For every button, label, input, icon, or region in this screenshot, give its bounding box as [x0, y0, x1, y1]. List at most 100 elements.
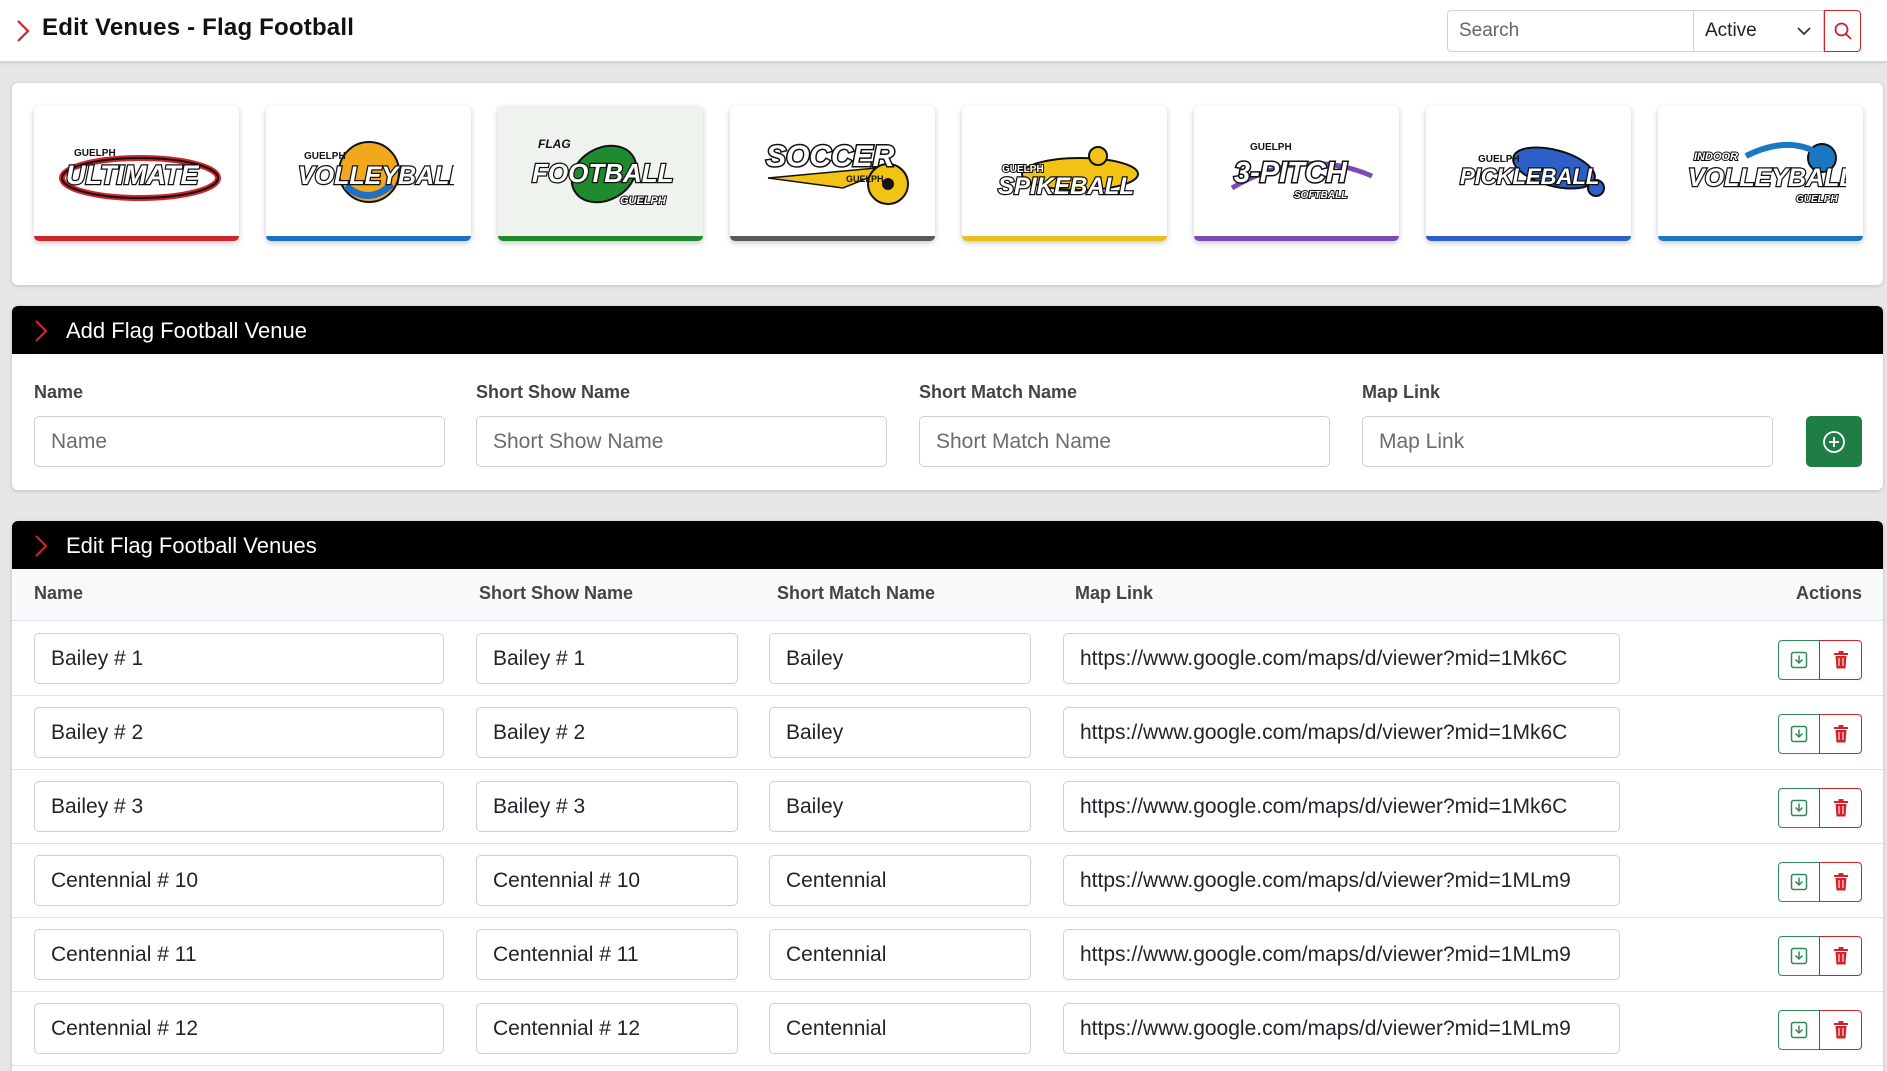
- venue-name-input[interactable]: [34, 855, 444, 906]
- new-venue-short-match-name-input[interactable]: [919, 416, 1330, 467]
- venue-short-match-name-input[interactable]: [769, 855, 1031, 906]
- table-header: [12, 569, 1883, 621]
- table-row: [12, 696, 1883, 770]
- venue-short-show-name-input[interactable]: [476, 855, 738, 906]
- venue-short-show-name-input[interactable]: [476, 929, 738, 980]
- venue-short-match-name-input[interactable]: [769, 781, 1031, 832]
- venue-name-input[interactable]: [34, 929, 444, 980]
- map-link-label: Map Link: [1362, 382, 1441, 402]
- venue-name-input[interactable]: [34, 633, 444, 684]
- sport-tile-soccer[interactable]: SOCCER GUELPH: [730, 106, 935, 241]
- sport-tile-flag-football[interactable]: FLAG FOOTBALL GUELPH: [498, 106, 703, 241]
- venue-short-show-name-input[interactable]: [476, 707, 738, 758]
- download-icon: [1790, 947, 1808, 965]
- new-venue-name-input[interactable]: [34, 416, 445, 467]
- venue-map-link-input[interactable]: [1063, 929, 1620, 980]
- svg-text:FLAG: FLAG: [538, 137, 571, 151]
- column-header-short-match-name: Short Match Name: [777, 583, 936, 603]
- venue-name-input[interactable]: [34, 707, 444, 758]
- add-venue-title: Add Flag Football Venue: [66, 318, 307, 343]
- svg-text:SOFTBALL: SOFTBALL: [1294, 190, 1347, 201]
- column-header-map-link: Map Link: [1075, 583, 1154, 603]
- top-bar: Edit Venues - Flag Football Active: [0, 0, 1887, 62]
- svg-text:SOCCER: SOCCER: [766, 140, 895, 173]
- ultimate-logo: GUELPH ULTIMATE: [58, 148, 221, 201]
- save-venue-button[interactable]: [1778, 640, 1820, 680]
- search-icon: [1834, 22, 1852, 40]
- new-venue-short-show-name-input[interactable]: [476, 416, 887, 467]
- venue-short-show-name-input[interactable]: [476, 633, 738, 684]
- delete-venue-button[interactable]: [1819, 936, 1862, 976]
- search-button[interactable]: [1824, 10, 1861, 52]
- table-row: [12, 918, 1883, 992]
- svg-text:SPIKEBALL: SPIKEBALL: [998, 173, 1134, 200]
- svg-text:VOLLEYBALL: VOLLEYBALL: [1688, 164, 1846, 192]
- new-venue-map-link-input[interactable]: [1362, 416, 1773, 467]
- delete-venue-button[interactable]: [1819, 1010, 1862, 1050]
- save-venue-button[interactable]: [1778, 936, 1820, 976]
- spikeball-logo: GUELPH SPIKEBALL: [996, 146, 1139, 201]
- trash-icon: [1833, 725, 1848, 743]
- chevron-right-icon: [35, 535, 48, 557]
- venue-map-link-input[interactable]: [1063, 855, 1620, 906]
- svg-text:ULTIMATE: ULTIMATE: [66, 160, 199, 190]
- venue-short-match-name-input[interactable]: [769, 929, 1031, 980]
- venue-map-link-input[interactable]: [1063, 633, 1620, 684]
- sport-tile-spikeball[interactable]: GUELPH SPIKEBALL: [962, 106, 1167, 241]
- svg-text:GUELPH: GUELPH: [304, 151, 346, 162]
- plus-circle-icon: [1823, 430, 1845, 453]
- status-filter-value: Active: [1705, 20, 1757, 41]
- add-venue-header[interactable]: Add Flag Football Venue: [12, 306, 1883, 354]
- edit-venues-header[interactable]: Edit Flag Football Venues: [12, 521, 1883, 569]
- sport-tile-ultimate[interactable]: GUELPH ULTIMATE: [34, 106, 239, 241]
- venue-short-match-name-input[interactable]: [769, 1003, 1031, 1054]
- venue-map-link-input[interactable]: [1063, 707, 1620, 758]
- page-title: Edit Venues - Flag Football: [42, 14, 355, 41]
- add-venue-button[interactable]: [1806, 416, 1862, 467]
- venue-map-link-input[interactable]: [1063, 781, 1620, 832]
- venue-name-input[interactable]: [34, 781, 444, 832]
- venue-short-show-name-input[interactable]: [476, 781, 738, 832]
- save-venue-button[interactable]: [1778, 714, 1820, 754]
- search-input[interactable]: [1447, 10, 1693, 52]
- three-pitch-logo: GUELPH 3-PITCH SOFTBALL: [1230, 142, 1373, 202]
- status-filter-select[interactable]: Active: [1693, 10, 1825, 52]
- chevron-down-icon: [1797, 27, 1811, 36]
- trash-icon: [1833, 651, 1848, 669]
- save-venue-button[interactable]: [1778, 1010, 1820, 1050]
- chevron-right-icon: [35, 320, 48, 342]
- save-venue-button[interactable]: [1778, 788, 1820, 828]
- search-group: Active: [1447, 10, 1861, 52]
- svg-text:GUELPH: GUELPH: [1250, 142, 1292, 153]
- delete-venue-button[interactable]: [1819, 788, 1862, 828]
- short-match-name-label: Short Match Name: [919, 382, 1078, 402]
- svg-text:GUELPH: GUELPH: [74, 148, 116, 159]
- table-row: [12, 844, 1883, 918]
- pickleball-logo: GUELPH PICKLEBALL: [1458, 146, 1605, 197]
- sport-tile-indoor-volleyball[interactable]: INDOOR VOLLEYBALL GUELPH: [1658, 106, 1863, 241]
- delete-venue-button[interactable]: [1819, 714, 1862, 754]
- column-header-actions: Actions: [1796, 583, 1863, 603]
- table-row: [12, 622, 1883, 696]
- download-icon: [1790, 651, 1808, 669]
- save-venue-button[interactable]: [1778, 862, 1820, 902]
- delete-venue-button[interactable]: [1819, 640, 1862, 680]
- venue-short-match-name-input[interactable]: [769, 633, 1031, 684]
- venue-short-show-name-input[interactable]: [476, 1003, 738, 1054]
- trash-icon: [1833, 1021, 1848, 1039]
- svg-text:PICKLEBALL: PICKLEBALL: [1460, 164, 1599, 189]
- venue-name-input[interactable]: [34, 1003, 444, 1054]
- svg-text:3-PITCH: 3-PITCH: [1234, 157, 1348, 189]
- venue-map-link-input[interactable]: [1063, 1003, 1620, 1054]
- svg-text:GUELPH: GUELPH: [846, 174, 884, 184]
- add-venue-section: Add Flag Football Venue Name Short Show …: [12, 306, 1883, 490]
- sport-tile-pickleball[interactable]: GUELPH PICKLEBALL: [1426, 106, 1631, 241]
- edit-venues-title: Edit Flag Football Venues: [66, 533, 317, 558]
- venue-short-match-name-input[interactable]: [769, 707, 1031, 758]
- sport-selector-card: GUELPH ULTIMATE GUELPH VOLLEYBALL FLAG F…: [12, 83, 1883, 285]
- volleyball-logo: GUELPH VOLLEYBALL: [296, 141, 454, 203]
- svg-text:GUELPH: GUELPH: [1796, 194, 1838, 205]
- sport-tile-volleyball[interactable]: GUELPH VOLLEYBALL: [266, 106, 471, 241]
- delete-venue-button[interactable]: [1819, 862, 1862, 902]
- sport-tile-three-pitch[interactable]: GUELPH 3-PITCH SOFTBALL: [1194, 106, 1399, 241]
